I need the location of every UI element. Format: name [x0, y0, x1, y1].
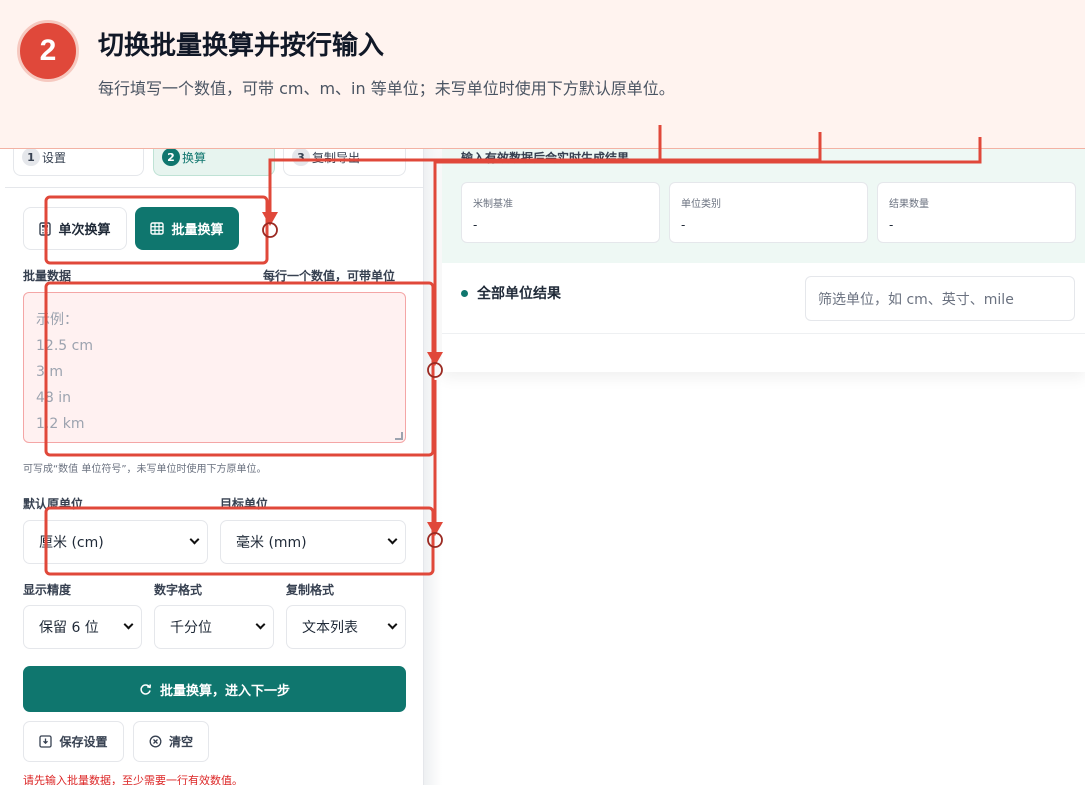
results-note: 输入有效数据后会实时生成结果	[461, 151, 630, 165]
refresh-icon	[140, 683, 152, 695]
copy-format-select[interactable]: 文本列表	[286, 605, 406, 649]
source-unit-value: 厘米 (cm)	[39, 535, 104, 551]
chevron-down-icon	[123, 619, 134, 630]
number-format-select[interactable]: 千分位	[154, 605, 274, 649]
filter-placeholder: 筛选单位，如 cm、英寸、mile	[818, 291, 1014, 308]
converter-panel: 1 设置 2 换算 3 复制导出 单次换算 批量换算 批量数据 每行一个数值，可…	[5, 140, 424, 785]
calculator-icon	[39, 221, 52, 236]
source-unit-label: 默认原单位	[23, 497, 84, 511]
chevron-down-icon	[189, 534, 200, 545]
batch-help-text: 可写成“数值 单位符号”，未写单位时使用下方原单位。	[23, 464, 267, 475]
results-panel: 输入有效数据后会实时生成结果 米制基准 - 单位类别 - 结果数量 - 全部单位…	[442, 140, 1085, 372]
submit-label: 批量换算，进入下一步	[159, 683, 290, 699]
chevron-down-icon	[255, 619, 266, 630]
batch-convert-submit-button[interactable]: 批量换算，进入下一步	[23, 666, 406, 712]
tutorial-banner: 2 切换批量换算并按行输入 每行填写一个数值，可带 cm、m、in 等单位；未写…	[0, 0, 1085, 149]
batch-convert-label: 批量换算	[171, 223, 224, 238]
precision-label: 显示精度	[23, 583, 72, 597]
all-results-title: 全部单位结果	[477, 286, 561, 302]
card-value: -	[889, 218, 894, 232]
clear-label: 清空	[168, 735, 193, 749]
save-icon	[39, 735, 53, 748]
step-label: 换算	[182, 151, 207, 165]
table-icon	[150, 222, 165, 235]
target-unit-label: 目标单位	[220, 497, 269, 511]
step-label: 复制导出	[312, 151, 361, 165]
card-title: 结果数量	[889, 199, 929, 210]
chevron-down-icon	[387, 534, 398, 545]
card-value: -	[473, 218, 478, 232]
error-message: 请先输入批量数据，至少需要一行有效数值。	[23, 774, 243, 785]
banner-subtitle: 每行填写一个数值，可带 cm、m、in 等单位；未写单位时使用下方默认原单位。	[98, 79, 675, 98]
card-title: 米制基准	[473, 199, 513, 210]
chevron-down-icon	[387, 619, 398, 630]
batch-input[interactable]: 示例： 12.5 cm 3 m 48 in 1.2 km	[23, 292, 406, 443]
number-format-label: 数字格式	[154, 583, 203, 597]
single-convert-button[interactable]: 单次换算	[23, 207, 127, 250]
summary-card-result-count: 结果数量 -	[877, 182, 1076, 243]
clear-icon	[149, 735, 162, 748]
precision-value: 保留 6 位	[39, 620, 99, 636]
clear-button[interactable]: 清空	[133, 721, 209, 762]
copy-format-label: 复制格式	[286, 583, 335, 597]
resize-handle[interactable]	[395, 432, 403, 440]
step-badge: 2	[17, 20, 79, 82]
batch-data-label: 批量数据	[23, 269, 72, 283]
panel-divider	[424, 140, 442, 785]
status-dot-icon	[461, 289, 468, 297]
step-number: 2	[162, 148, 180, 166]
summary-card-unit-category: 单位类别 -	[669, 182, 868, 243]
results-summary: 输入有效数据后会实时生成结果 米制基准 - 单位类别 - 结果数量 -	[442, 140, 1085, 263]
card-value: -	[681, 218, 686, 232]
step-number: 3	[292, 148, 310, 166]
summary-card-metric-base: 米制基准 -	[461, 182, 660, 243]
single-convert-label: 单次换算	[58, 223, 111, 238]
copy-format-value: 文本列表	[302, 620, 358, 636]
step-label: 设置	[42, 151, 67, 165]
unit-filter-input[interactable]: 筛选单位，如 cm、英寸、mile	[805, 276, 1075, 321]
precision-select[interactable]: 保留 6 位	[23, 605, 142, 649]
divider	[442, 333, 1085, 334]
batch-data-hint: 每行一个数值，可带单位	[263, 269, 396, 283]
target-unit-select[interactable]: 毫米 (mm)	[220, 520, 406, 564]
save-settings-label: 保存设置	[59, 735, 108, 749]
step-number: 1	[22, 148, 40, 166]
batch-convert-button[interactable]: 批量换算	[135, 207, 239, 250]
banner-title: 切换批量换算并按行输入	[98, 31, 385, 61]
number-format-value: 千分位	[170, 620, 212, 636]
save-settings-button[interactable]: 保存设置	[23, 721, 124, 762]
target-unit-value: 毫米 (mm)	[236, 535, 307, 551]
card-title: 单位类别	[681, 199, 721, 210]
source-unit-select[interactable]: 厘米 (cm)	[23, 520, 208, 564]
all-results-heading: 全部单位结果	[461, 283, 561, 303]
